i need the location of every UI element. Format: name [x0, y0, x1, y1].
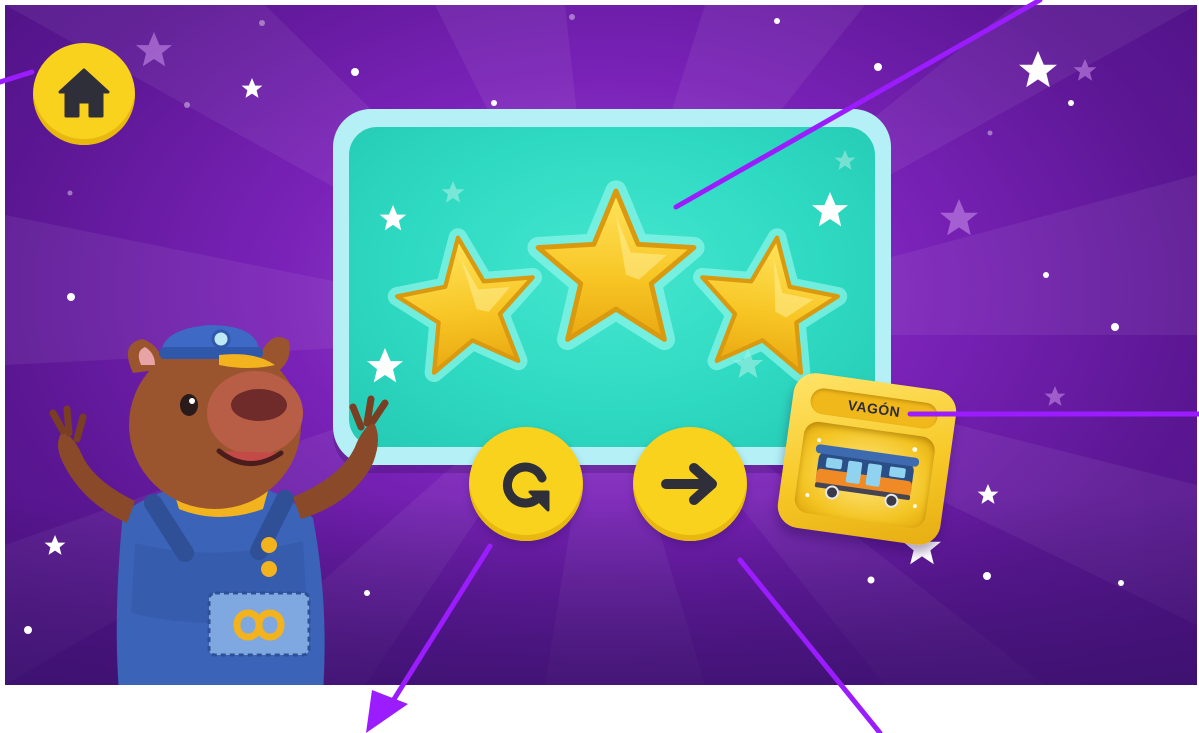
bear-conductor-mascot — [49, 325, 389, 685]
train-wagon-icon — [805, 438, 920, 509]
home-button[interactable] — [33, 43, 135, 145]
game-screen: VAGÓN — [5, 5, 1197, 685]
reward-window — [793, 420, 937, 530]
annotation-arrowhead-replay — [366, 690, 408, 733]
home-icon — [58, 68, 110, 118]
replay-button[interactable] — [469, 427, 583, 541]
reward-title: VAGÓN — [846, 396, 902, 421]
screenshot-frame: VAGÓN — [0, 0, 1199, 733]
next-button[interactable] — [633, 427, 747, 541]
reward-card[interactable]: VAGÓN — [774, 370, 960, 548]
star-middle — [538, 191, 694, 339]
star-right — [691, 228, 845, 376]
star-left — [390, 228, 544, 376]
replay-icon — [502, 462, 550, 512]
arrow-right-icon — [661, 463, 717, 505]
